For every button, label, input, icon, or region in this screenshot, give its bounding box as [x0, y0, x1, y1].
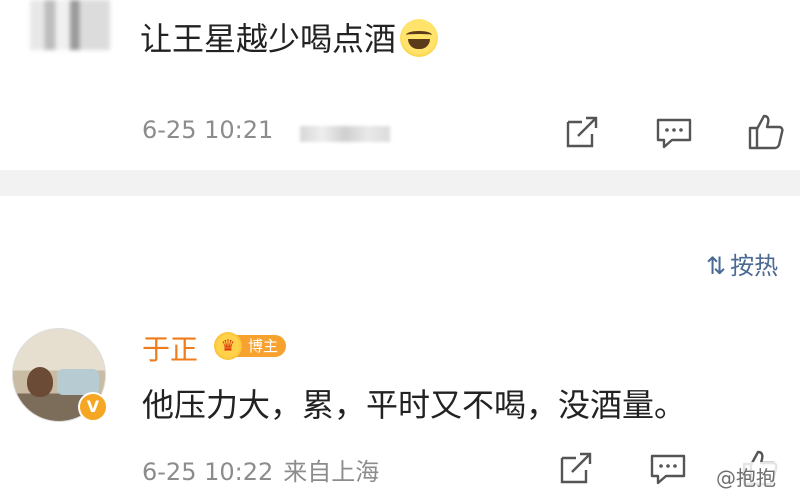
share-button[interactable] — [556, 448, 596, 488]
comment-timestamp: 6-25 10:22 — [142, 458, 274, 486]
comment-text: 让王星越少喝点酒 — [140, 14, 439, 60]
sort-label: 按热 — [730, 252, 779, 280]
sort-by-hot-button[interactable]: ⇅ 按热 — [706, 246, 778, 281]
comment-location: 来自上海 — [283, 458, 380, 486]
watermark: @抱抱 — [712, 462, 780, 491]
comment-meta: 6-25 10:22 来自上海 — [142, 452, 379, 487]
blogger-badge-label: 博主 — [236, 335, 287, 357]
author-name[interactable]: 于正 — [142, 328, 198, 368]
comment-button[interactable] — [648, 448, 688, 488]
comment-button[interactable] — [654, 112, 694, 152]
section-divider — [0, 170, 800, 196]
share-button[interactable] — [562, 112, 602, 152]
share-icon — [560, 452, 592, 484]
blogger-badge: ♛ 博主 — [214, 332, 287, 360]
laughing-emoji-icon — [400, 19, 439, 57]
comment-icon — [650, 454, 686, 485]
avatar-face — [27, 367, 53, 397]
sort-icon: ⇅ — [706, 252, 727, 280]
comment-text-content: 让王星越少喝点酒 — [140, 20, 397, 58]
comment-text: 他压力大，累，平时又不喝，没酒量。 — [142, 386, 687, 424]
like-icon — [748, 114, 784, 150]
blurred-location — [300, 126, 390, 142]
avatar[interactable] — [30, 0, 110, 50]
like-button[interactable] — [746, 112, 786, 152]
share-icon — [566, 116, 598, 148]
comment-timestamp: 6-25 10:21 — [142, 116, 274, 144]
verified-badge-icon: V — [78, 392, 108, 422]
comment-icon — [656, 118, 692, 149]
crown-icon: ♛ — [214, 332, 242, 360]
